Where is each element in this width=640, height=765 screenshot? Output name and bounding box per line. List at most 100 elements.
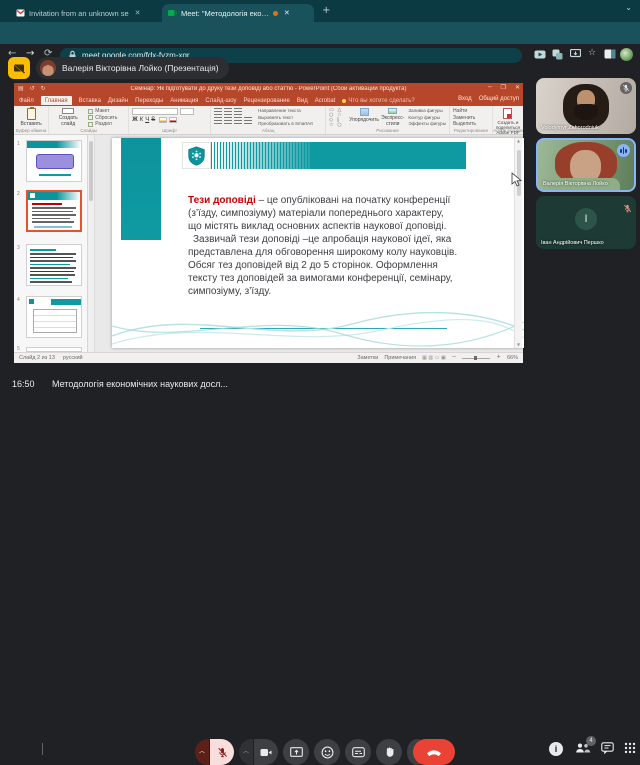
shape-effects-button[interactable]: Эффекты фигуры xyxy=(408,121,446,128)
smartart-button[interactable]: Преобразовать в SmartArt xyxy=(258,121,313,128)
mic-toggle-button-muted[interactable] xyxy=(210,739,234,765)
thumbnail-scrollbar[interactable] xyxy=(88,135,95,352)
comments-button[interactable]: Примечания xyxy=(384,355,416,361)
zoom-slider[interactable] xyxy=(462,356,491,360)
align-left-icon[interactable] xyxy=(214,117,223,124)
layout-icon xyxy=(88,108,94,114)
ribbon-tab-animations[interactable]: Анимация xyxy=(170,98,198,104)
current-slide[interactable]: Тези доповіді – це опубліковані на почат… xyxy=(112,138,524,348)
window-minimize-icon[interactable]: ─ xyxy=(488,85,492,91)
ribbon-tab-review[interactable]: Рецензирование xyxy=(244,98,290,104)
mic-muted-chip xyxy=(623,200,632,218)
indent-icon[interactable] xyxy=(234,108,243,115)
clock-time: 16:50 xyxy=(12,379,35,389)
slide-scrollbar[interactable]: ▲ ▼ xyxy=(514,138,522,348)
tab-meet[interactable]: Meet: "Методологія еко… ✕ xyxy=(162,4,314,22)
language-indicator[interactable]: русский xyxy=(63,355,83,361)
close-tab-icon[interactable]: ✕ xyxy=(284,9,290,17)
slide-teal-band xyxy=(311,142,466,169)
captions-button[interactable] xyxy=(345,739,371,765)
university-shield-logo xyxy=(188,145,205,166)
slides-group: Создать слайд Макет Сбросить Раздел Слай… xyxy=(49,106,130,134)
numbering-icon[interactable] xyxy=(224,108,233,115)
present-screen-button[interactable] xyxy=(283,739,309,765)
new-tab-button[interactable]: + xyxy=(322,6,330,16)
font-color-icon[interactable] xyxy=(169,117,178,123)
end-call-icon xyxy=(427,750,441,757)
ribbon-tab-home[interactable]: Главная xyxy=(40,96,72,105)
participant-tile-1[interactable]: Volodymyr Zahorodniuk xyxy=(536,78,636,134)
window-close-icon[interactable]: ✕ xyxy=(515,85,520,91)
shape-fill-button[interactable]: Заливка фигуры xyxy=(408,108,446,115)
profile-avatar[interactable] xyxy=(620,48,633,61)
ribbon-tab-view[interactable]: Вид xyxy=(297,98,308,104)
notes-button[interactable]: Заметки xyxy=(357,355,378,361)
participant-tile-3[interactable]: І Іван Андрійович Першко xyxy=(536,196,636,249)
ribbon-tab-transitions[interactable]: Переходы xyxy=(135,98,163,104)
translate-icon[interactable] xyxy=(552,49,563,60)
underline-button[interactable]: Ч xyxy=(145,117,149,123)
ribbon-tab-slideshow[interactable]: Слайд-шоу xyxy=(205,98,236,104)
new-slide-button[interactable]: Создать слайд xyxy=(52,108,84,127)
shapes-gallery[interactable]: ▭ △ ○ ☆ ◇ ▯ ☆ ○ xyxy=(329,108,347,128)
align-center-icon[interactable] xyxy=(224,117,233,124)
bold-button[interactable]: Ж xyxy=(132,117,137,123)
tab-strip-chevron-icon[interactable]: ⌄ xyxy=(625,4,632,12)
quick-access-toolbar[interactable]: ▤ ↺ ↻ xyxy=(18,86,48,92)
activities-apps-button[interactable] xyxy=(624,742,636,754)
slide-heading: Тези доповіді xyxy=(188,195,256,206)
ribbon-tab-insert[interactable]: Вставка xyxy=(79,98,101,104)
zoom-level[interactable]: 66% xyxy=(507,355,518,361)
ribbon-tab-design[interactable]: Дизайн xyxy=(108,98,128,104)
camera-toggle-button[interactable] xyxy=(254,739,278,765)
tab-gmail-invitation[interactable]: Invitation from an unknown se ✕ xyxy=(10,4,160,22)
zoom-out-icon[interactable]: − xyxy=(452,355,457,361)
section-button[interactable]: Раздел xyxy=(88,121,117,128)
slide-thumbnail-1[interactable] xyxy=(26,140,82,182)
align-right-icon[interactable] xyxy=(234,117,243,124)
paste-button[interactable]: Вставить xyxy=(17,107,45,127)
ppt-title-bar: ▤ ↺ ↻ Семінар: Як підготувати до друку т… xyxy=(14,83,523,95)
meeting-details-button[interactable]: i xyxy=(549,742,563,756)
install-app-icon[interactable] xyxy=(570,49,581,59)
bullets-icon[interactable] xyxy=(214,108,223,115)
ppt-sign-in[interactable]: Вход xyxy=(458,96,472,102)
font-name-box[interactable] xyxy=(132,108,179,115)
zoom-in-icon[interactable]: + xyxy=(496,355,501,361)
ribbon-tab-file[interactable]: Файл xyxy=(19,98,34,104)
highlight-color-icon[interactable] xyxy=(159,117,168,123)
thumb-number: 3 xyxy=(17,245,20,251)
raise-hand-button[interactable] xyxy=(376,739,402,765)
info-icon: i xyxy=(549,742,563,756)
camera-options-chevron[interactable]: ︿ xyxy=(239,739,253,765)
apps-grid-icon xyxy=(624,742,636,754)
slide-thumbnail-2-selected[interactable] xyxy=(26,190,82,232)
end-call-button[interactable] xyxy=(413,739,455,765)
tell-me-box[interactable]: Что вы хотите сделать? xyxy=(342,98,415,104)
ribbon-tab-acrobat[interactable]: Acrobat xyxy=(315,98,336,104)
view-switcher-icons[interactable]: ▦ ▥ ▭ ▣ xyxy=(422,355,446,361)
justify-icon[interactable] xyxy=(244,117,253,124)
window-restore-icon[interactable]: ❐ xyxy=(501,85,506,91)
presentation-paused-icon xyxy=(13,62,25,74)
strikethrough-button[interactable]: S xyxy=(151,117,155,123)
browser-menu-icon[interactable]: ⋮ xyxy=(636,49,640,58)
font-size-box[interactable] xyxy=(180,108,195,115)
media-session-icon[interactable] xyxy=(534,50,546,59)
close-tab-icon[interactable]: ✕ xyxy=(135,9,141,17)
ppt-share-button[interactable]: Общий доступ xyxy=(479,96,519,102)
arrange-button[interactable]: Упорядочить xyxy=(349,108,379,127)
mic-options-chevron[interactable]: ︿ xyxy=(195,739,209,765)
reactions-button[interactable] xyxy=(314,739,340,765)
bookmark-star-icon[interactable]: ☆ xyxy=(588,49,596,58)
italic-button[interactable]: К xyxy=(140,117,144,123)
side-panel-icon[interactable] xyxy=(604,49,616,59)
quick-styles-button[interactable]: Экспресс-стили xyxy=(381,108,404,127)
tab-title: Invitation from an unknown se xyxy=(29,8,129,18)
select-button[interactable]: Выделить xyxy=(453,121,489,128)
participant-tile-2-speaking[interactable]: Валерія Вікторівна Лойко xyxy=(536,138,636,192)
slide-thumbnail-3[interactable] xyxy=(26,244,82,286)
chat-button[interactable] xyxy=(601,742,614,755)
slide-thumbnail-4[interactable] xyxy=(26,296,82,338)
presentation-indicator-badge[interactable] xyxy=(8,57,30,79)
